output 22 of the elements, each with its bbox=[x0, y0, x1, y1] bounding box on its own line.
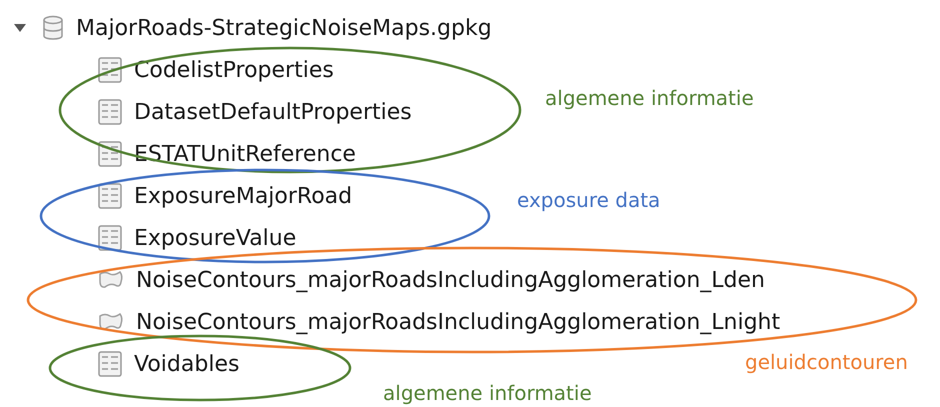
tree-item[interactable]: ExposureValue bbox=[134, 226, 296, 250]
tree-item[interactable]: Voidables bbox=[134, 352, 240, 376]
annotation-label: algemene informatie bbox=[545, 86, 754, 110]
table-icon bbox=[98, 99, 122, 125]
table-icon bbox=[98, 57, 122, 83]
tree-item[interactable]: NoiseContours_majorRoadsIncludingAgglomeration_Lden bbox=[136, 268, 765, 292]
table-icon bbox=[98, 183, 122, 209]
table-icon bbox=[98, 351, 122, 377]
tree-item[interactable]: ExposureMajorRoad bbox=[134, 184, 352, 208]
tree-item[interactable]: NoiseContours_majorRoadsIncludingAgglomeration_Lnight bbox=[136, 310, 780, 334]
table-icon bbox=[98, 141, 122, 167]
database-icon bbox=[42, 15, 64, 41]
tree-item[interactable]: DatasetDefaultProperties bbox=[134, 100, 412, 124]
table-icon bbox=[98, 225, 122, 251]
tree-item[interactable]: ESTATUnitReference bbox=[134, 142, 356, 166]
tree-item[interactable]: CodelistProperties bbox=[134, 58, 334, 82]
annotation-label: algemene informatie bbox=[383, 381, 592, 405]
polygon-layer-icon bbox=[98, 270, 124, 290]
caret-icon bbox=[13, 23, 27, 33]
annotation-label: exposure data bbox=[517, 188, 660, 212]
tree-item[interactable]: MajorRoads-StrategicNoiseMaps.gpkg bbox=[76, 16, 492, 40]
annotation-label: geluidcontouren bbox=[745, 350, 908, 374]
